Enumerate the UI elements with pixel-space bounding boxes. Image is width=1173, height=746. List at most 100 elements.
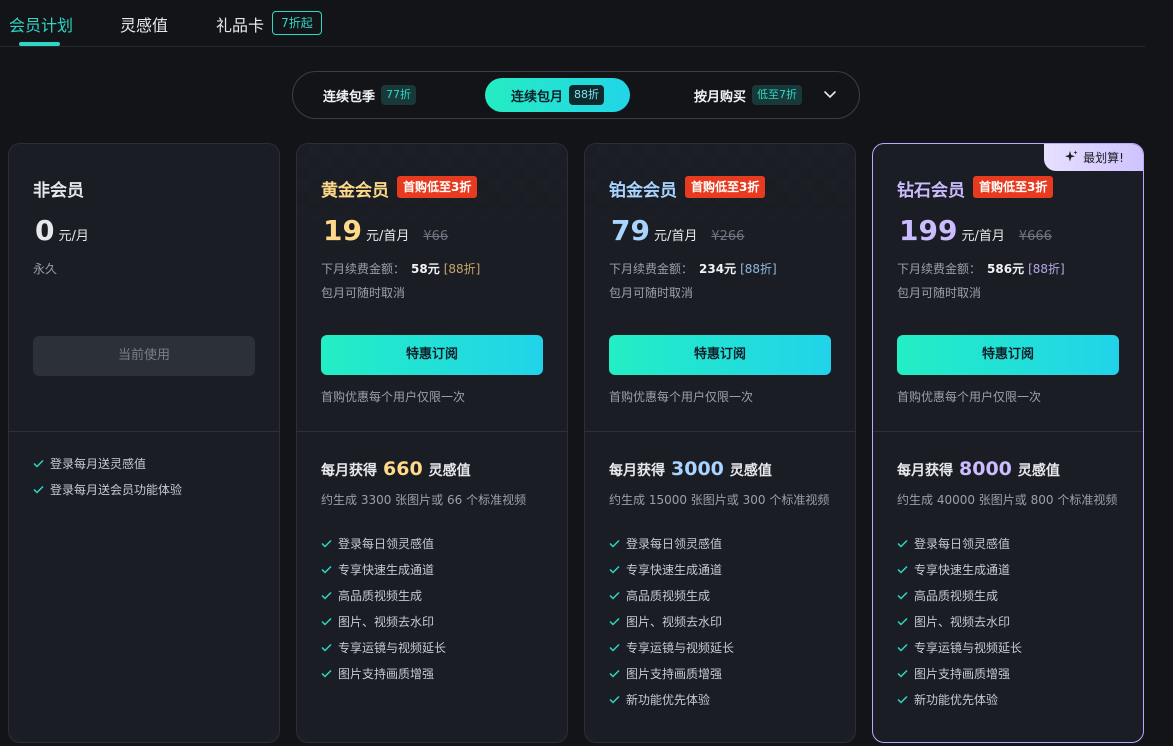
list-item: 图片支持画质增强	[897, 660, 1022, 686]
billing-option-label: 连续包月	[510, 89, 563, 105]
renewal-label: 下月续费金额：	[609, 262, 694, 276]
credits-suffix: 灵感值	[428, 463, 471, 479]
check-icon	[897, 617, 908, 626]
renewal-info: 下月续费金额： 58元 [88折]	[321, 260, 480, 277]
renewal-price: 234元	[699, 262, 737, 276]
list-item: 专享运镜与视频延长	[609, 634, 734, 660]
price-unit: 元/月	[58, 229, 89, 244]
monthly-credits: 每月获得 8000 灵感值	[897, 458, 1060, 480]
credits-prefix: 每月获得	[897, 463, 953, 479]
renewal-discount: [88折]	[443, 262, 481, 276]
plan-card-platinum: 铂金会员 首购低至3折 79 元/首月 ¥266 下月续费金额： 234元 [88折…	[584, 143, 856, 743]
divider	[585, 431, 855, 432]
feature-list: 登录每月送灵感值 登录每月送会员功能体验	[33, 450, 182, 502]
first-purchase-note: 首购优惠每个用户仅限一次	[321, 390, 466, 404]
list-item: 高品质视频生成	[609, 582, 734, 608]
monthly-credits: 每月获得 3000 灵感值	[609, 458, 772, 480]
check-icon	[321, 539, 332, 548]
current-plan-button: 当前使用	[33, 336, 255, 376]
promo-badge: 首购低至3折	[973, 176, 1054, 198]
tab-membership-plan[interactable]: 会员计划	[9, 12, 73, 36]
plan-name: 铂金会员	[609, 181, 677, 201]
promo-badge: 首购低至3折	[397, 176, 478, 198]
gift-card-discount-badge: 7折起	[272, 11, 322, 35]
credits-prefix: 每月获得	[609, 463, 665, 479]
credits-prefix: 每月获得	[321, 463, 377, 479]
feature-text: 图片、视频去水印	[914, 614, 1011, 629]
plan-card-gold: 黄金会员 首购低至3折 19 元/首月 ¥66 下月续费金额： 58元 [88折] …	[296, 143, 568, 743]
list-item: 图片支持画质增强	[609, 660, 734, 686]
list-item: 高品质视频生成	[897, 582, 1022, 608]
check-icon	[897, 539, 908, 548]
feature-text: 图片支持画质增强	[338, 666, 435, 681]
original-price: ¥66	[423, 229, 449, 244]
check-icon	[321, 565, 332, 574]
list-item: 高品质视频生成	[321, 582, 446, 608]
divider	[297, 431, 567, 432]
check-icon	[609, 669, 620, 678]
feature-text: 新功能优先体验	[914, 692, 999, 707]
billing-option-monthly-purchase[interactable]: 按月购买 低至7折	[694, 72, 803, 118]
billing-option-monthly-continuous[interactable]: 连续包月 88折	[485, 78, 630, 112]
price-unit: 元/首月	[961, 229, 1005, 244]
tab-inspiration-credits[interactable]: 灵感值	[120, 12, 168, 36]
check-icon	[897, 669, 908, 678]
list-item: 专享运镜与视频延长	[321, 634, 446, 660]
subscribe-button[interactable]: 特惠订阅	[321, 335, 543, 375]
feature-text: 图片支持画质增强	[914, 666, 1011, 681]
divider	[9, 431, 279, 432]
plan-price: 199	[899, 214, 958, 247]
feature-list: 登录每日领灵感值 专享快速生成通道 高品质视频生成 图片、视频去水印 专享运镜与…	[609, 530, 734, 712]
renewal-label: 下月续费金额：	[321, 262, 406, 276]
billing-option-tag: 77折	[381, 85, 417, 105]
feature-text: 高品质视频生成	[626, 588, 711, 603]
billing-option-quarterly[interactable]: 连续包季 77折	[323, 72, 417, 118]
check-icon	[33, 485, 44, 494]
generation-estimate: 约生成 15000 张图片或 300 个标准视频	[609, 493, 830, 507]
sparkle-icon	[1065, 150, 1078, 162]
cancel-note: 包月可随时取消	[321, 286, 406, 300]
check-icon	[609, 643, 620, 652]
list-item: 登录每月送灵感值	[33, 450, 182, 476]
best-value-text: 最划算!	[1083, 150, 1124, 165]
credits-amount: 8000	[959, 458, 1012, 480]
plan-card-free: 非会员 0 元/月 永久 当前使用 登录每月送灵感值 登录每月送会员功能体验	[8, 143, 280, 743]
check-icon	[609, 539, 620, 548]
chevron-down-icon[interactable]	[823, 87, 837, 101]
top-tabs: 会员计划 灵感值 礼品卡 7折起	[0, 0, 1145, 47]
list-item: 专享快速生成通道	[321, 556, 446, 582]
list-item: 图片支持画质增强	[321, 660, 446, 686]
feature-text: 新功能优先体验	[626, 692, 711, 707]
list-item: 专享运镜与视频延长	[897, 634, 1022, 660]
plan-duration: 永久	[33, 262, 58, 276]
feature-text: 专享快速生成通道	[914, 562, 1011, 577]
tab-gift-card[interactable]: 礼品卡	[216, 12, 264, 36]
list-item: 新功能优先体验	[609, 686, 734, 712]
list-item: 专享快速生成通道	[897, 556, 1022, 582]
feature-text: 高品质视频生成	[338, 588, 423, 603]
first-purchase-note: 首购优惠每个用户仅限一次	[897, 390, 1042, 404]
plan-card-diamond: 最划算! 钻石会员 首购低至3折 199 元/首月 ¥666 下月续费金额： 58…	[872, 143, 1144, 743]
check-icon	[897, 695, 908, 704]
feature-text: 登录每日领灵感值	[338, 536, 435, 551]
billing-option-label: 连续包季	[323, 89, 376, 105]
list-item: 图片、视频去水印	[609, 608, 734, 634]
renewal-price: 58元	[411, 262, 440, 276]
divider	[873, 431, 1143, 432]
check-icon	[897, 565, 908, 574]
check-icon	[609, 591, 620, 600]
renewal-discount: [88折]	[1028, 262, 1065, 276]
subscribe-button[interactable]: 特惠订阅	[897, 335, 1119, 375]
plan-name: 非会员	[33, 181, 84, 201]
feature-text: 专享快速生成通道	[626, 562, 723, 577]
subscribe-button[interactable]: 特惠订阅	[609, 335, 831, 375]
feature-text: 专享运镜与视频延长	[338, 640, 447, 655]
active-tab-indicator	[19, 42, 60, 46]
check-icon	[321, 643, 332, 652]
list-item: 登录每月送会员功能体验	[33, 476, 182, 502]
list-item: 专享快速生成通道	[609, 556, 734, 582]
feature-text: 图片、视频去水印	[626, 614, 723, 629]
check-icon	[321, 669, 332, 678]
original-price: ¥266	[711, 229, 745, 244]
list-item: 图片、视频去水印	[897, 608, 1022, 634]
